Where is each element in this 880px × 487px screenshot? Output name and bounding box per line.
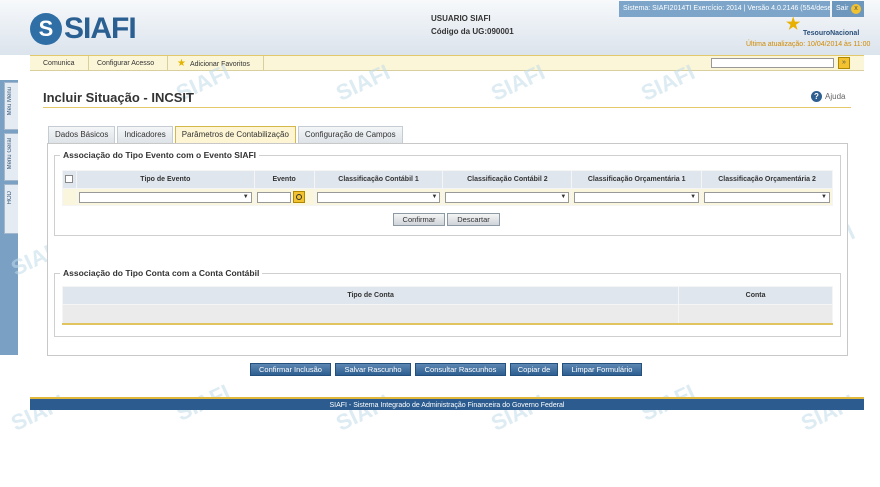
column-header: Conta — [678, 286, 833, 305]
star-icon: ★ — [786, 16, 801, 33]
column-header: Tipo de Evento — [75, 170, 255, 189]
menu-item-configurar-acesso[interactable]: Configurar Acesso — [84, 56, 169, 71]
classificacao-contabil-2-select[interactable]: ▼ — [445, 191, 570, 203]
side-tab-menu-geral[interactable]: Menu Geral — [4, 133, 18, 181]
help-label: Ajuda — [825, 92, 846, 101]
side-panel: Meu Menu Menu Geral HOD — [0, 80, 18, 355]
select-all-checkbox[interactable] — [65, 174, 74, 183]
limpar-formulario-button[interactable]: Limpar Formulário — [562, 363, 642, 376]
tesouro-logo: ★ TesouroNacional — [786, 16, 859, 37]
menu-item-adicionar-favoritos[interactable]: ★ Adicionar Favoritos — [164, 56, 264, 71]
footer: SIAFI - Sistema Integrado de Administraç… — [30, 397, 864, 410]
table-cell — [62, 188, 77, 206]
search-go-button[interactable]: » — [838, 57, 850, 69]
classificacao-contabil-1-select[interactable]: ▼ — [316, 191, 441, 203]
column-header: Classificação Contábil 2 — [442, 170, 573, 189]
dropdown-arrow-icon: ▼ — [690, 193, 697, 200]
salvar-rascunho-button[interactable]: Salvar Rascunho — [335, 363, 411, 376]
confirm-button[interactable]: Confirmar — [393, 213, 445, 226]
side-tab-label: Meu Menu — [7, 87, 13, 116]
favorite-star-icon: ★ — [177, 58, 186, 69]
table-cell: ▼ — [75, 188, 255, 206]
table-row: ▼ ▼ ▼ ▼ ▼ — [62, 188, 833, 206]
table-cell: ▼ — [701, 188, 833, 206]
column-header: Classificação Orçamentária 1 — [571, 170, 703, 189]
siafi-logo-text: SIAFI — [64, 12, 137, 45]
table-row — [61, 304, 833, 325]
app-header: S SIAFI USUARIO SIAFI Código da UG:09000… — [0, 0, 880, 55]
table-cell — [678, 304, 833, 325]
tab-indicadores[interactable]: Indicadores — [117, 126, 173, 143]
table-header-row: Tipo de Conta Conta — [61, 286, 833, 305]
last-update: Última atualização: 10/04/2014 às 11:00 — [746, 41, 871, 48]
siafi-logo: S SIAFI — [30, 12, 137, 46]
classificacao-orcamentaria-1-select[interactable]: ▼ — [574, 191, 700, 203]
exit-label: Sair — [836, 5, 849, 12]
dropdown-arrow-icon: ▼ — [431, 193, 438, 200]
select-all-header — [62, 170, 77, 189]
conta-table: Tipo de Conta Conta — [61, 286, 833, 325]
user-info: USUARIO SIAFI Código da UG:090001 — [431, 12, 514, 38]
consultar-rascunhos-button[interactable]: Consultar Rascunhos — [415, 363, 506, 376]
search-input[interactable] — [711, 58, 834, 68]
search-icon[interactable] — [292, 191, 305, 203]
title-divider — [43, 107, 851, 108]
help-link[interactable]: ? Ajuda — [811, 91, 845, 102]
discard-button[interactable]: Descartar — [447, 213, 500, 226]
page-title: Incluir Situação - INCSIT — [43, 90, 194, 105]
tipo-evento-select[interactable]: ▼ — [78, 191, 252, 203]
close-icon: x — [851, 4, 861, 14]
column-header: Evento — [253, 170, 315, 189]
side-tab-meu-menu[interactable]: Meu Menu — [4, 82, 18, 130]
help-icon: ? — [811, 91, 822, 102]
column-header: Classificação Contábil 1 — [313, 170, 444, 189]
dropdown-arrow-icon: ▼ — [242, 193, 249, 200]
table-cell: ▼ — [442, 188, 573, 206]
copiar-de-button[interactable]: Copiar de — [510, 363, 558, 376]
table-cell — [253, 188, 315, 206]
ug-code: 090001 — [487, 27, 514, 36]
column-header: Classificação Orçamentária 2 — [701, 170, 833, 189]
menu-bar: Comunica Configurar Acesso ★ Adicionar Fa… — [30, 55, 864, 71]
table-header-row: Tipo de Evento Evento Classificação Cont… — [62, 170, 833, 189]
ug-label: Código da UG: — [431, 27, 487, 36]
user-name: USUARIO SIAFI — [431, 14, 491, 23]
dropdown-arrow-icon: ▼ — [821, 193, 827, 200]
tab-dados-basicos[interactable]: Dados Básicos — [48, 126, 116, 143]
table-bottom-border — [62, 323, 833, 325]
side-tab-hod[interactable]: HOD — [4, 184, 18, 234]
conta-legend: Associação do Tipo Conta com a Conta Con… — [60, 268, 263, 278]
siafi-logo-mark: S — [30, 13, 62, 45]
table-cell — [61, 304, 680, 325]
column-header: Tipo de Conta — [61, 286, 680, 305]
form-tabs: Dados Básicos Indicadores Parâmetros de … — [48, 126, 405, 143]
side-tab-label: HOD — [7, 191, 13, 205]
dropdown-arrow-icon: ▼ — [560, 193, 567, 200]
menu-item-label: Adicionar Favoritos — [189, 61, 250, 68]
menu-item-comunica[interactable]: Comunica — [30, 56, 89, 71]
side-tab-label: Menu Geral — [7, 138, 13, 170]
table-cell: ▼ — [571, 188, 703, 206]
confirmar-inclusao-button[interactable]: Confirmar Inclusão — [250, 363, 331, 376]
evento-legend: Associação do Tipo Evento com o Evento S… — [60, 150, 260, 160]
classificacao-orcamentaria-2-select[interactable]: ▼ — [704, 191, 830, 203]
evento-input[interactable] — [256, 191, 291, 203]
exit-button[interactable]: Sair x — [832, 1, 864, 17]
tab-configuracao-campos[interactable]: Configuração de Campos — [297, 126, 403, 143]
evento-table: Tipo de Evento Evento Classificação Cont… — [62, 170, 833, 206]
table-cell: ▼ — [313, 188, 444, 206]
tab-parametros-contabilizacao[interactable]: Parâmetros de Contabilização — [174, 126, 296, 143]
